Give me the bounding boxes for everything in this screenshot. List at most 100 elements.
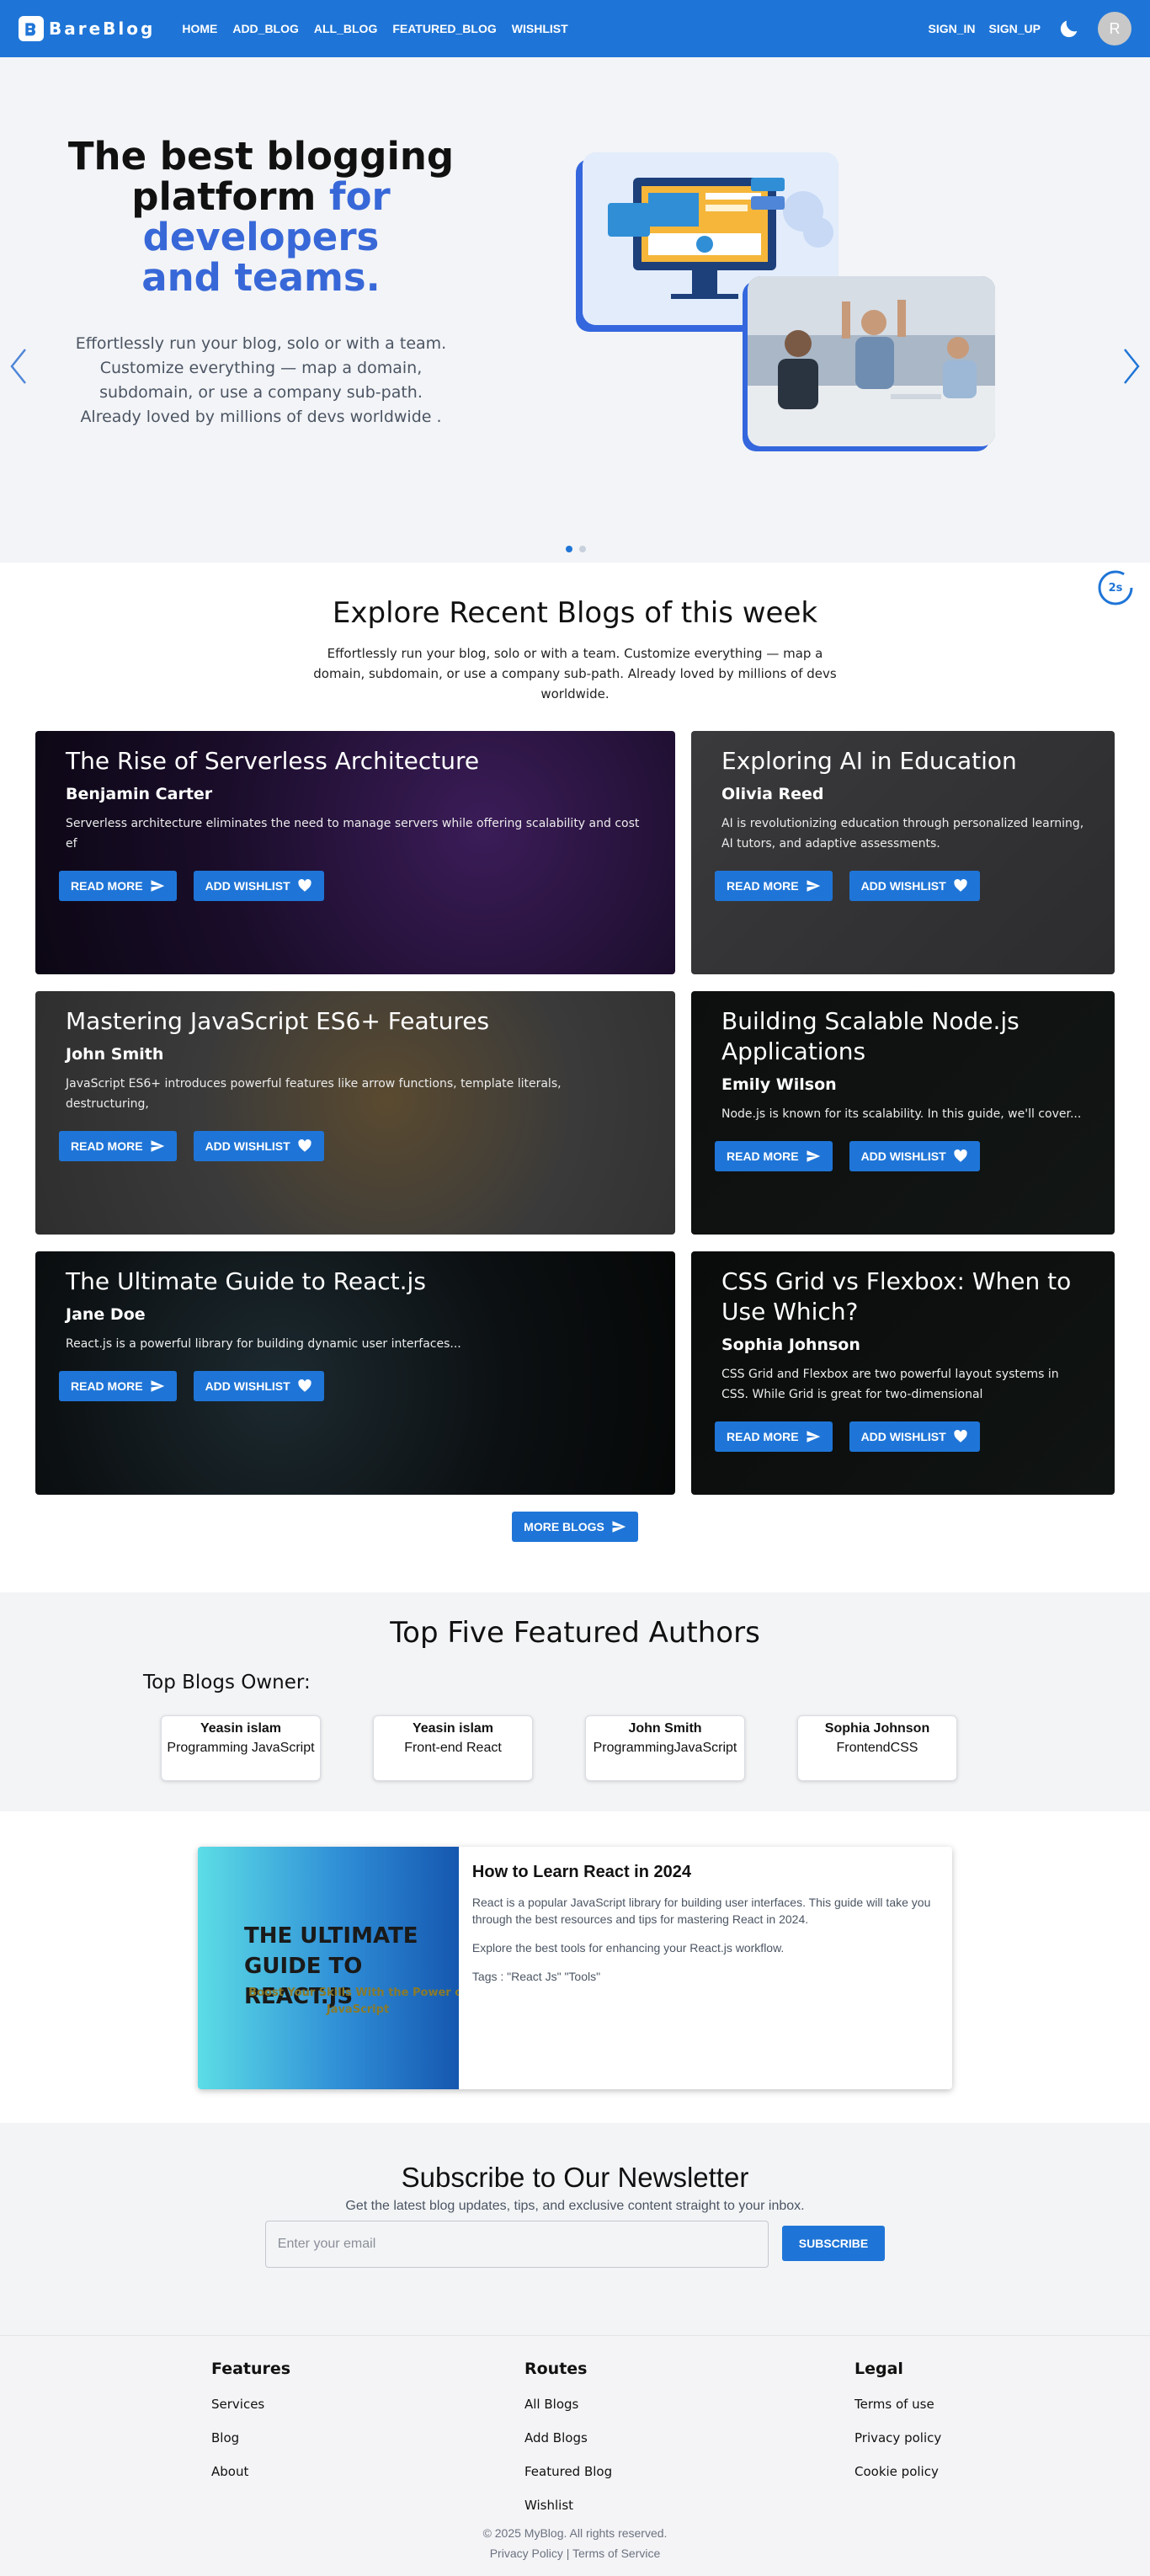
- blog-card-title: The Ultimate Guide to React.js: [66, 1267, 426, 1295]
- heart-icon: [298, 878, 311, 892]
- featured-post-title: How to Learn React in 2024: [471, 1863, 691, 1881]
- blog-card-actions: READ MORE ADD WISHLIST: [715, 1141, 1084, 1171]
- send-icon: [807, 1431, 820, 1443]
- read-more-button[interactable]: READ MORE: [59, 1131, 177, 1161]
- add-wishlist-button[interactable]: ADD WISHLIST: [849, 1421, 980, 1452]
- blog-card-actions: READ MORE ADD WISHLIST: [59, 871, 645, 901]
- send-icon: [807, 880, 820, 892]
- hero-photo-team: [748, 276, 995, 446]
- add-wishlist-button[interactable]: ADD WISHLIST: [193, 1371, 324, 1401]
- footer-legal-column: Legal Terms of use Privacy policy Cookie…: [855, 2360, 941, 2498]
- footer-link-terms[interactable]: Terms of use: [855, 2397, 941, 2412]
- hero-text: The best blogging platform for developer…: [67, 136, 455, 429]
- blog-card-actions: READ MORE ADD WISHLIST: [59, 1131, 645, 1161]
- footer-link-cookie[interactable]: Cookie policy: [855, 2464, 941, 2479]
- newsletter-form: SUBSCRIBE: [0, 2221, 1150, 2268]
- author-name: Yeasin islam: [412, 1721, 494, 1736]
- author-card[interactable]: Sophia Johnson FrontendCSS: [797, 1715, 957, 1781]
- recent-blogs-subtitle: Effortlessly run your blog, solo or with…: [313, 646, 837, 701]
- blog-card-description: Serverless architecture eliminates the n…: [66, 817, 640, 851]
- footer-link-services[interactable]: Services: [211, 2397, 290, 2412]
- blog-card-author: Emily Wilson: [721, 1075, 837, 1094]
- recent-blogs-section: Explore Recent Blogs of this week Effort…: [0, 563, 1150, 1592]
- featured-post-body: How to Learn React in 2024 React is a po…: [459, 1847, 952, 2089]
- blog-card: CSS Grid vs Flexbox: When to Use Which? …: [691, 1251, 1115, 1495]
- slider-dot-1[interactable]: [566, 546, 572, 552]
- subscribe-button[interactable]: SUBSCRIBE: [781, 2226, 886, 2261]
- blog-card-description: React.js is a powerful library for build…: [66, 1337, 461, 1351]
- blog-card-title: CSS Grid vs Flexbox: When to Use Which?: [721, 1267, 1072, 1325]
- author-list: Yeasin islam Programming JavaScript Yeas…: [161, 1715, 1150, 1781]
- blog-card-actions: READ MORE ADD WISHLIST: [59, 1371, 645, 1401]
- read-more-button[interactable]: READ MORE: [59, 1371, 177, 1401]
- newsletter-subtitle: Get the latest blog updates, tips, and e…: [345, 2199, 805, 2213]
- chevron-right-icon[interactable]: [1121, 348, 1142, 385]
- footer-legal-heading: Legal: [855, 2360, 903, 2378]
- email-field[interactable]: [264, 2221, 769, 2268]
- nav-all-blog[interactable]: ALL_BLOG: [314, 22, 377, 35]
- author-name: Yeasin islam: [200, 1721, 282, 1736]
- footer-link-privacy[interactable]: Privacy policy: [855, 2430, 941, 2445]
- featured-post-tags: Tags : "React Js" "Tools": [471, 1970, 601, 1983]
- sign-in-link[interactable]: SIGN_IN: [929, 22, 976, 35]
- blog-card-actions: READ MORE ADD WISHLIST: [715, 1421, 1084, 1452]
- heart-icon: [954, 878, 967, 892]
- moon-icon[interactable]: [1057, 17, 1081, 40]
- user-avatar[interactable]: R: [1098, 12, 1131, 45]
- author-topic: Programming JavaScript: [167, 1741, 315, 1755]
- read-more-button[interactable]: READ MORE: [59, 871, 177, 901]
- policy-links[interactable]: Privacy Policy | Terms of Service: [0, 2543, 1150, 2563]
- author-topic: FrontendCSS: [836, 1741, 918, 1755]
- heart-icon: [954, 1149, 967, 1162]
- featured-post-image: THE ULTIMATE GUIDE TO REACT.JS Boost You…: [198, 1847, 459, 2089]
- footer-link-add-blogs[interactable]: Add Blogs: [524, 2430, 612, 2445]
- image-tagline: Boost Your Skills With the Power of Java…: [248, 1987, 459, 2016]
- blog-grid: The Rise of Serverless Architecture Benj…: [35, 731, 1115, 1495]
- sign-up-link[interactable]: SIGN_UP: [989, 22, 1041, 35]
- blog-card: The Ultimate Guide to React.js Jane Doe …: [35, 1251, 675, 1495]
- site-footer: Features Services Blog About Routes All …: [0, 2335, 1150, 2576]
- brand-logo[interactable]: BareBlog: [19, 16, 155, 41]
- read-more-button[interactable]: READ MORE: [715, 871, 833, 901]
- main-nav: HOME ADD_BLOG ALL_BLOG FEATURED_BLOG WIS…: [182, 22, 567, 35]
- chevron-left-icon[interactable]: [8, 348, 29, 385]
- newsletter-section: Subscribe to Our Newsletter Get the late…: [0, 2123, 1150, 2335]
- add-wishlist-button[interactable]: ADD WISHLIST: [193, 871, 324, 901]
- slider-dots: [566, 546, 586, 552]
- author-card[interactable]: John Smith ProgrammingJavaScript: [585, 1715, 745, 1781]
- blog-card-description: AI is revolutionizing education through …: [721, 817, 1084, 851]
- featured-post-card[interactable]: THE ULTIMATE GUIDE TO REACT.JS Boost You…: [198, 1847, 952, 2089]
- footer-link-about[interactable]: About: [211, 2464, 290, 2479]
- more-blogs-button[interactable]: MORE BLOGS: [512, 1512, 638, 1542]
- heart-icon: [298, 1379, 311, 1392]
- blog-card-title: Building Scalable Node.js Applications: [721, 1007, 1020, 1065]
- slider-dot-2[interactable]: [579, 546, 586, 552]
- blog-card: Exploring AI in Education Olivia Reed AI…: [691, 731, 1115, 974]
- nav-featured-blog[interactable]: FEATURED_BLOG: [392, 22, 496, 35]
- footer-link-wishlist[interactable]: Wishlist: [524, 2498, 612, 2513]
- heart-icon: [298, 1139, 311, 1152]
- footer-link-all-blogs[interactable]: All Blogs: [524, 2397, 612, 2412]
- add-wishlist-button[interactable]: ADD WISHLIST: [193, 1131, 324, 1161]
- author-card[interactable]: Yeasin islam Front-end React: [373, 1715, 533, 1781]
- footer-link-blog[interactable]: Blog: [211, 2430, 290, 2445]
- footer-link-featured-blog[interactable]: Featured Blog: [524, 2464, 612, 2479]
- nav-home[interactable]: HOME: [182, 22, 217, 35]
- author-card[interactable]: Yeasin islam Programming JavaScript: [161, 1715, 321, 1781]
- copyright-text: © 2025 MyBlog. All rights reserved.: [482, 2526, 668, 2540]
- nav-add-blog[interactable]: ADD_BLOG: [232, 22, 299, 35]
- add-wishlist-button[interactable]: ADD WISHLIST: [849, 1141, 980, 1171]
- nav-wishlist[interactable]: WISHLIST: [512, 22, 568, 35]
- auth-links: SIGN_IN SIGN_UP: [929, 22, 1041, 35]
- footer-copyright-block: © 2025 MyBlog. All rights reserved. Priv…: [0, 2523, 1150, 2563]
- recent-blogs-title: Explore Recent Blogs of this week: [332, 596, 818, 630]
- read-more-button[interactable]: READ MORE: [715, 1421, 833, 1452]
- add-wishlist-button[interactable]: ADD WISHLIST: [849, 871, 980, 901]
- read-more-button[interactable]: READ MORE: [715, 1141, 833, 1171]
- footer-routes-heading: Routes: [524, 2360, 588, 2378]
- blog-card-author: Benjamin Carter: [66, 785, 213, 803]
- blog-card-actions: READ MORE ADD WISHLIST: [715, 871, 1084, 901]
- footer-routes-column: Routes All Blogs Add Blogs Featured Blog…: [524, 2360, 612, 2531]
- blog-card: Mastering JavaScript ES6+ Features John …: [35, 991, 675, 1235]
- hero-slider: The best blogging platform for developer…: [0, 57, 1150, 605]
